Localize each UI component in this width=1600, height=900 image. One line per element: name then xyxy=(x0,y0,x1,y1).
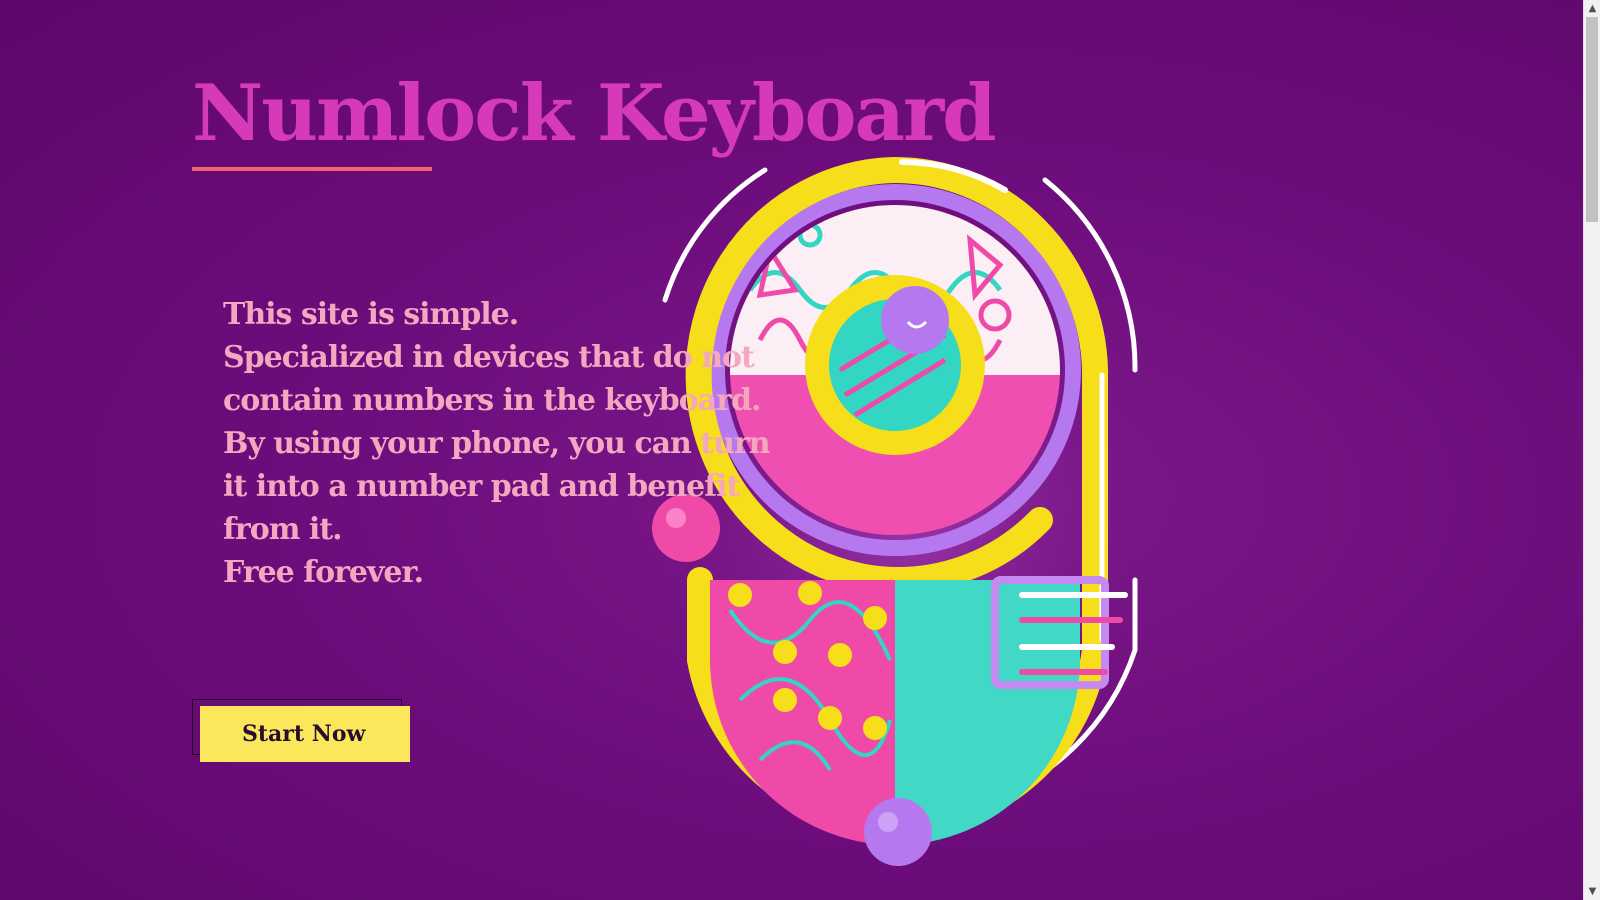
chevron-down-icon[interactable]: ▼ xyxy=(1584,883,1600,900)
description-line: from it. xyxy=(223,512,343,547)
chevron-up-icon[interactable]: ▲ xyxy=(1584,0,1600,17)
landing-page: Numlock Keyboard This site is simple. Sp… xyxy=(0,0,1583,900)
description-line: it into a number pad and benefit xyxy=(223,469,740,504)
title-underline xyxy=(192,167,432,171)
description-line: Free forever. xyxy=(223,555,424,590)
description-line: Specialized in devices that do not xyxy=(223,340,755,375)
description-line: contain numbers in the keyboard. xyxy=(223,383,761,418)
purple-ball xyxy=(864,798,932,866)
start-now-button[interactable]: Start Now xyxy=(200,706,410,762)
page-scrollbar[interactable]: ▲ ▼ xyxy=(1583,0,1600,900)
hero-description: This site is simple. Specialized in devi… xyxy=(223,293,771,594)
description-line: This site is simple. xyxy=(223,297,519,332)
smiley-ball xyxy=(881,286,949,354)
scrollbar-thumb[interactable] xyxy=(1586,17,1598,222)
description-line: By using your phone, you can turn xyxy=(223,426,771,461)
